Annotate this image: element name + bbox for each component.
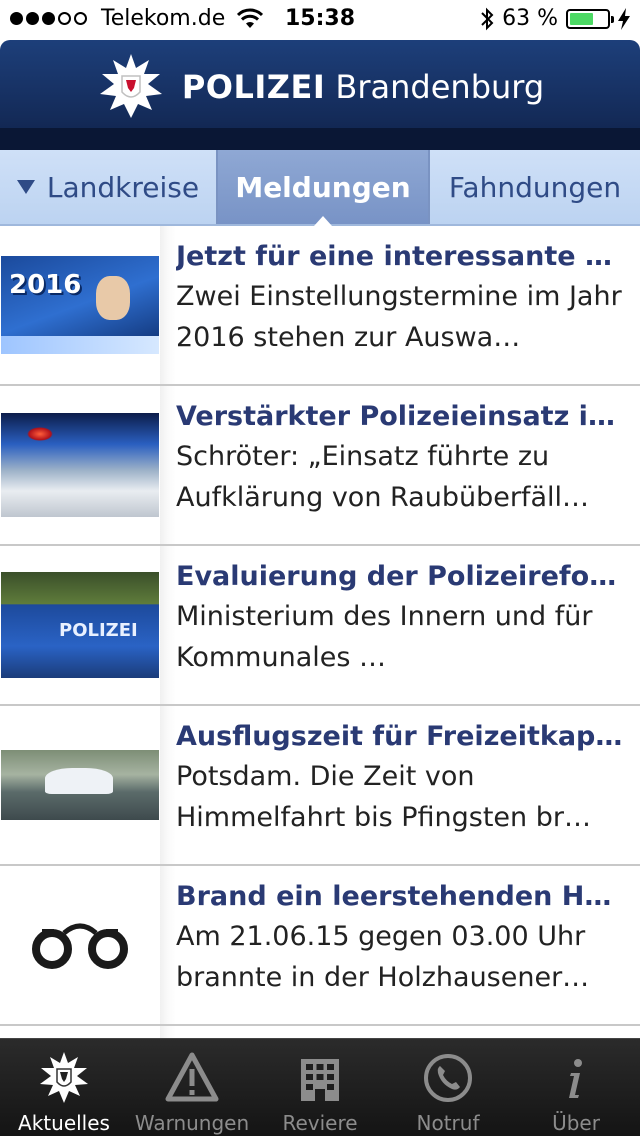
- news-item-partial[interactable]: [0, 1026, 640, 1038]
- news-description: Schröter: „Einsatz führte zu Aufklärung …: [176, 441, 589, 513]
- tabbar-reviere[interactable]: Reviere: [256, 1039, 384, 1136]
- news-thumbnail: [0, 1026, 160, 1038]
- tabbar-notruf[interactable]: Notruf: [384, 1039, 512, 1136]
- active-tab-pointer: [314, 216, 332, 226]
- news-text: Ausflugszeit für Freizeitkapit… Potsdam.…: [160, 706, 640, 864]
- building-icon: [301, 1059, 339, 1101]
- tab-fahndungen[interactable]: Fahndungen: [430, 150, 640, 224]
- news-text: Jetzt für eine interessante un… Zwei Ein…: [160, 226, 640, 384]
- police-star-icon: [40, 1052, 88, 1103]
- tabbar-warnungen-label: Warnungen: [134, 1111, 250, 1135]
- bottom-tab-bar: Aktuelles Warnungen Reviere Notruf Über: [0, 1038, 640, 1136]
- news-description: Ministerium des Innern und für Kommunale…: [176, 601, 593, 673]
- news-description: Am 21.06.15 gegen 03.00 Uhr brannte in d…: [176, 921, 590, 993]
- header-shadow-band: [0, 128, 640, 150]
- tab-landkreise-label: Landkreise: [46, 170, 200, 204]
- battery-icon: [566, 8, 614, 29]
- officer-face: [96, 276, 130, 320]
- news-item[interactable]: POLIZEI Evaluierung der Polizeirefor… Mi…: [0, 546, 640, 706]
- news-description: Potsdam. Die Zeit von Himmelfahrt bis Pf…: [176, 761, 591, 833]
- news-list[interactable]: 2016 Jetzt für eine interessante un… Zwe…: [0, 226, 640, 1038]
- header-title: POLIZEI Brandenburg: [182, 68, 544, 106]
- header-title-bold: POLIZEI: [181, 68, 326, 106]
- info-icon: [569, 1059, 582, 1098]
- news-text: Brand ein leerstehenden Hau… Am 21.06.15…: [160, 866, 640, 1024]
- news-text: [160, 1026, 640, 1038]
- warning-icon: [165, 1052, 219, 1102]
- bluetooth-icon: [481, 7, 494, 30]
- status-right: 63 %: [480, 6, 630, 31]
- tabbar-aktuelles[interactable]: Aktuelles: [0, 1039, 128, 1136]
- news-item[interactable]: Brand ein leerstehenden Hau… Am 21.06.15…: [0, 866, 640, 1026]
- tabbar-warnungen[interactable]: Warnungen: [128, 1039, 256, 1136]
- thumbnail-year-text: 2016: [9, 270, 82, 300]
- news-thumbnail: 2016: [0, 226, 160, 384]
- handcuffs-icon: [32, 923, 128, 969]
- news-thumbnail: [0, 706, 160, 864]
- tab-landkreise[interactable]: Landkreise: [0, 150, 216, 224]
- news-text: Verstärkter Polizeieinsatz in… Schröter:…: [160, 386, 640, 544]
- news-thumbnail: [0, 386, 160, 544]
- boat-shape: [45, 768, 113, 794]
- thumbnail-stripe: [1, 336, 159, 354]
- police-car-door-photo: POLIZEI: [1, 572, 159, 678]
- news-title: Verstärkter Polizeieinsatz in…: [176, 401, 624, 432]
- brandenburg-police-star-icon: [99, 54, 162, 118]
- tabbar-ueber-label: Über: [552, 1111, 600, 1135]
- tabbar-notruf-label: Notruf: [416, 1111, 480, 1135]
- battery-tip: [611, 15, 614, 23]
- news-item[interactable]: 2016 Jetzt für eine interessante un… Zwe…: [0, 226, 640, 386]
- battery-fill: [570, 12, 593, 25]
- header-brand: POLIZEI Brandenburg: [0, 52, 640, 122]
- news-title: Jetzt für eine interessante un…: [176, 241, 624, 272]
- news-title: Ausflugszeit für Freizeitkapit…: [176, 721, 624, 752]
- phone-icon: [424, 1054, 472, 1102]
- header-title-regular: Brandenburg: [325, 68, 545, 106]
- battery-percent: 63 %: [502, 6, 558, 31]
- recruitment-photo: 2016: [1, 256, 159, 354]
- dropdown-triangle-icon: [16, 180, 35, 194]
- category-tabs: Landkreise Meldungen Fahndungen: [0, 150, 640, 226]
- tabbar-ueber[interactable]: Über: [512, 1039, 640, 1136]
- news-title: Brand ein leerstehenden Hau…: [176, 881, 624, 912]
- status-bar: Telekom.de 15:38 63 %: [0, 0, 640, 40]
- app-header: POLIZEI Brandenburg: [0, 40, 640, 150]
- car-door-lettering: POLIZEI: [59, 620, 138, 641]
- news-description: Zwei Einstellungstermine im Jahr 2016 st…: [176, 281, 622, 353]
- news-item[interactable]: Ausflugszeit für Freizeitkapit… Potsdam.…: [0, 706, 640, 866]
- tabbar-reviere-label: Reviere: [282, 1111, 358, 1135]
- charging-bolt-icon: [618, 7, 630, 30]
- news-text: Evaluierung der Polizeirefor… Ministeriu…: [160, 546, 640, 704]
- police-car-light-photo: [1, 413, 159, 517]
- tab-fahndungen-label: Fahndungen: [448, 170, 622, 204]
- news-item[interactable]: Verstärkter Polizeieinsatz in… Schröter:…: [0, 386, 640, 546]
- tabbar-aktuelles-label: Aktuelles: [18, 1111, 110, 1135]
- news-thumbnail: [0, 866, 160, 1024]
- tab-meldungen-label: Meldungen: [235, 170, 411, 204]
- siren-light: [27, 427, 53, 441]
- news-thumbnail: POLIZEI: [0, 546, 160, 704]
- tab-meldungen[interactable]: Meldungen: [216, 150, 430, 226]
- news-title: Evaluierung der Polizeirefor…: [176, 561, 624, 592]
- police-boat-photo: [1, 750, 159, 820]
